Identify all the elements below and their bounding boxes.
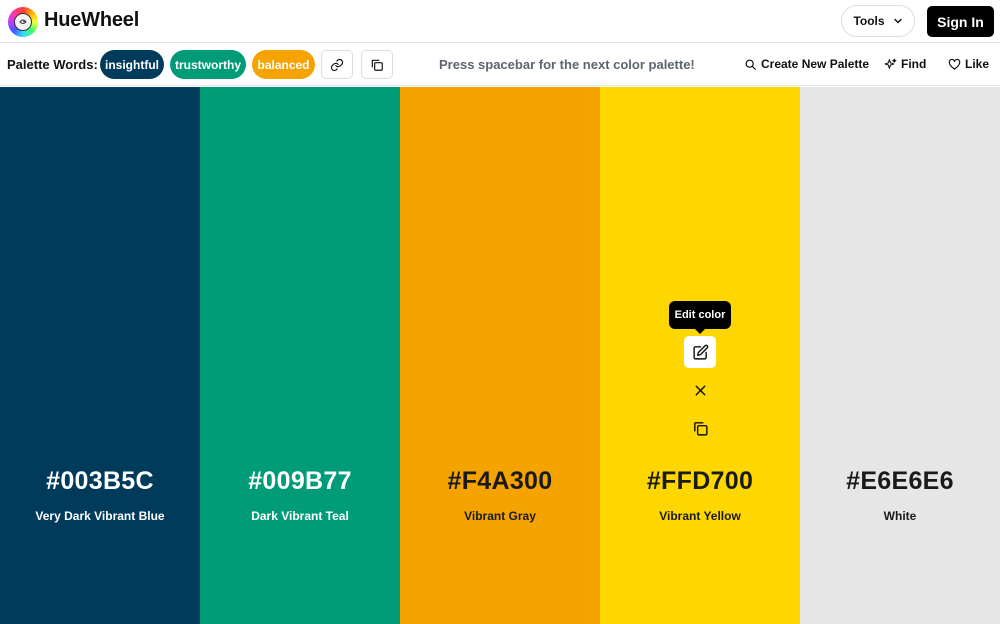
chevron-down-icon (893, 18, 902, 24)
swatch-hex[interactable]: #009B77 (200, 467, 400, 496)
close-icon (695, 385, 705, 395)
top-header: HueWheel Tools Sign In (0, 0, 1000, 43)
swatch-color-name: Vibrant Gray (464, 509, 536, 523)
edit-icon (692, 344, 708, 360)
edit-color-tooltip: Edit color (669, 301, 731, 334)
swatch-color-name: Vibrant Yellow (659, 509, 741, 523)
palette-words-label: Palette Words: (7, 57, 98, 72)
swatch-hex[interactable]: #FFD700 (600, 467, 800, 496)
remove-color-button[interactable] (684, 374, 716, 406)
sign-in-button[interactable]: Sign In (927, 6, 994, 37)
copy-color-button[interactable] (684, 412, 716, 444)
palette: #003B5C Very Dark Vibrant Blue #009B77 D… (0, 87, 1000, 624)
search-icon (745, 59, 756, 70)
copy-icon (371, 59, 383, 71)
copy-palette-button[interactable] (361, 50, 393, 79)
palette-word-pill[interactable]: insightful (100, 50, 164, 79)
palette-word-pill[interactable]: trustworthy (170, 50, 246, 79)
color-swatch[interactable]: #F4A300 Vibrant Gray (400, 87, 600, 624)
app-title[interactable]: HueWheel (44, 9, 139, 32)
swatch-color-name: White (883, 509, 917, 523)
logo-icon[interactable] (8, 7, 38, 37)
create-palette-label: Create New Palette (761, 57, 870, 71)
palette-word-pill[interactable]: balanced (252, 50, 315, 79)
tools-button[interactable]: Tools (841, 5, 915, 37)
color-swatch[interactable]: #003B5C Very Dark Vibrant Blue (0, 87, 200, 624)
swatch-hex[interactable]: #E6E6E6 (800, 467, 1000, 496)
create-palette-button[interactable]: Create New Palette (744, 57, 869, 71)
swatch-color-name: Dark Vibrant Teal (251, 509, 349, 523)
swatch-color-name: Very Dark Vibrant Blue (35, 509, 165, 523)
edit-color-button[interactable] (684, 336, 716, 368)
copy-link-button[interactable] (321, 50, 353, 79)
color-swatch[interactable]: #E6E6E6 White (800, 87, 1000, 624)
color-swatch[interactable]: Edit color #FFD700 Vibrant Yellow (600, 87, 800, 624)
tools-button-label: Tools (853, 14, 885, 28)
like-label: Like (965, 57, 990, 71)
swatch-hex[interactable]: #003B5C (0, 467, 200, 496)
heart-icon (948, 58, 961, 70)
find-label: Find (901, 57, 927, 71)
palette-toolbar: Palette Words: insightful trustworthy ba… (0, 43, 1000, 86)
spacebar-hint: Press spacebar for the next color palett… (439, 57, 695, 72)
copy-icon (693, 421, 708, 436)
color-swatch[interactable]: #009B77 Dark Vibrant Teal (200, 87, 400, 624)
link-icon (330, 58, 344, 71)
swatch-hex[interactable]: #F4A300 (400, 467, 600, 496)
find-button[interactable]: Find (884, 57, 926, 71)
sparkle-icon (884, 58, 897, 69)
like-button[interactable]: Like (948, 57, 989, 71)
